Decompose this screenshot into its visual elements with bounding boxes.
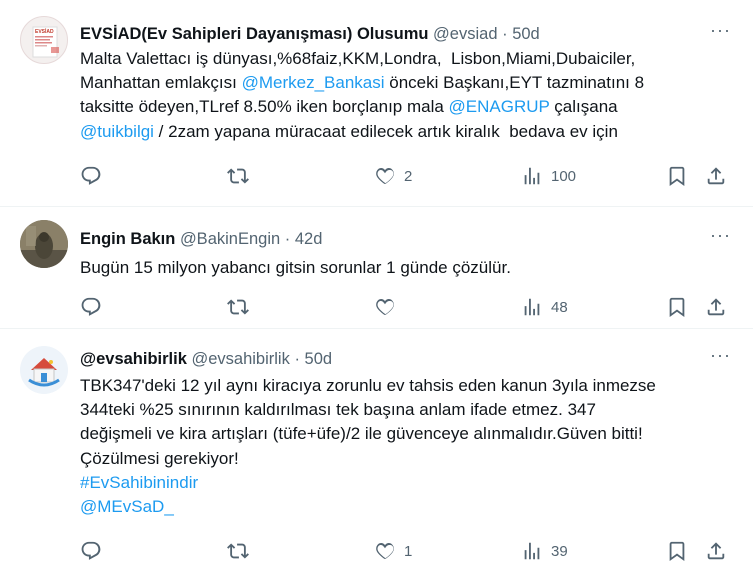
retweet-button[interactable]	[227, 296, 257, 318]
mention-link[interactable]: @MEvSaD_	[80, 497, 174, 516]
tweet-actions: 48	[80, 296, 737, 320]
share-button[interactable]	[705, 296, 727, 318]
text-segment: değişmeli ve kira artışları (tüfe+üfe)/2…	[80, 424, 643, 444]
author-handle[interactable]: @BakinEngin	[180, 230, 280, 248]
bookmark-button[interactable]	[666, 540, 688, 562]
text-segment: önceki Başkanı,EYT tazminatını 8	[384, 73, 645, 93]
text-segment: TBK347'deki 12 yıl aynı kiracıya zorunlu…	[80, 376, 656, 395]
heart-icon	[374, 165, 396, 187]
reply-icon	[80, 540, 102, 562]
avatar[interactable]: EVSİAD	[20, 16, 68, 64]
like-button[interactable]	[374, 296, 404, 318]
timestamp[interactable]: 50d	[305, 350, 333, 368]
separator-dot: ·	[502, 25, 508, 43]
views-count: 39	[551, 542, 568, 560]
separator-dot: ·	[294, 350, 300, 368]
heart-icon	[374, 296, 396, 318]
tweet-text-line: Bugün 15 milyon yabancı gitsin sorunlar …	[80, 256, 737, 280]
share-button[interactable]	[705, 540, 727, 562]
views-button[interactable]: 48	[521, 296, 568, 318]
like-button[interactable]: 1	[374, 540, 412, 562]
tweet-text-line: Manhattan emlakçısı @Merkez_Bankasi önce…	[80, 71, 737, 95]
mention-link[interactable]: @Merkez_Bankasi	[242, 73, 385, 92]
tweet-text-line: @tuikbilgi / 2zam yapana müracaat edilec…	[80, 120, 737, 144]
bookmark-icon	[666, 540, 688, 562]
text-segment: / 2zam yapana müracaat edilecek artık ki…	[153, 121, 618, 141]
reply-button[interactable]	[80, 540, 110, 562]
tweet-text-line: @MEvSaD_	[80, 495, 737, 519]
tweet-text: TBK347'deki 12 yıl aynı kiracıya zorunlu…	[80, 374, 737, 519]
text-segment: taksitte ödeyen,TLref 8.50% iken borçlan…	[80, 97, 449, 117]
views-count: 100	[551, 167, 577, 185]
tweet-text-line: #EvSahibinindir	[80, 471, 737, 495]
author-handle[interactable]: @evsahibirlik	[191, 350, 289, 368]
more-icon[interactable]: ···	[710, 20, 731, 40]
text-segment: 344teki %25 sınırının kaldırılması tek b…	[80, 400, 596, 420]
share-icon	[705, 540, 727, 562]
tweet-bakinengin[interactable]: Engin Bakın @BakinEngin · 42d ··· Bugün …	[0, 207, 753, 329]
author-name[interactable]: EVSİAD(Ev Sahipleri Dayanışması) Olusumu	[80, 25, 428, 43]
share-button[interactable]	[705, 165, 727, 187]
author-name[interactable]: @evsahibirlik	[80, 350, 187, 368]
retweet-button[interactable]	[227, 540, 257, 562]
reply-icon	[80, 165, 102, 187]
views-icon	[521, 296, 543, 318]
separator-dot: ·	[284, 230, 291, 248]
views-button[interactable]: 100	[521, 165, 576, 187]
bookmark-icon	[666, 296, 688, 318]
timestamp[interactable]: 42d	[295, 230, 323, 248]
heart-icon	[374, 540, 396, 562]
tweet-actions: 1 39	[80, 540, 737, 564]
retweet-button[interactable]	[227, 165, 257, 187]
like-count: 2	[404, 167, 413, 185]
text-segment: Bugün 15 milyon yabancı gitsin sorunlar …	[80, 258, 511, 277]
reply-icon	[80, 296, 102, 318]
more-icon[interactable]: ···	[710, 345, 731, 365]
text-segment: Çözülmesi gerekiyor!	[80, 448, 239, 468]
author-handle[interactable]: @evsiad	[433, 25, 497, 43]
share-icon	[705, 165, 727, 187]
views-button[interactable]: 39	[521, 540, 568, 562]
reply-button[interactable]	[80, 165, 110, 187]
views-count: 48	[551, 298, 568, 316]
hashtag-link[interactable]: #EvSahibinindir	[80, 473, 198, 492]
avatar[interactable]	[20, 346, 68, 394]
share-icon	[705, 296, 727, 318]
bookmark-icon	[666, 165, 688, 187]
mention-link[interactable]: @tuikbilgi	[80, 122, 154, 141]
text-segment: Malta Valettacı iş dünyası,%68faiz,KKM,L…	[80, 49, 636, 68]
tweet-text-line: Çözülmesi gerekiyor!	[80, 447, 737, 471]
author-name[interactable]: Engin Bakın	[80, 230, 175, 248]
tweet-evsahibirlik[interactable]: @evsahibirlik @evsahibirlik · 50d ··· TB…	[0, 329, 753, 583]
tweet-text-line: taksitte ödeyen,TLref 8.50% iken borçlan…	[80, 95, 737, 119]
svg-text:EVSİAD: EVSİAD	[35, 28, 54, 35]
tweet-text: Malta Valettacı iş dünyası,%68faiz,KKM,L…	[80, 47, 737, 144]
mention-link[interactable]: @ENAGRUP	[449, 97, 550, 116]
retweet-icon	[227, 296, 249, 318]
bookmark-button[interactable]	[666, 165, 688, 187]
text-segment: Manhattan emlakçısı	[80, 73, 242, 93]
tweet-text: Bugün 15 milyon yabancı gitsin sorunlar …	[80, 256, 737, 280]
bookmark-button[interactable]	[666, 296, 688, 318]
tweet-evsiad[interactable]: EVSİAD EVSİAD(Ev Sahipleri Dayanışması) …	[0, 0, 753, 207]
like-count: 1	[404, 542, 413, 560]
views-icon	[521, 165, 543, 187]
tweet-text-line: değişmeli ve kira artışları (tüfe+üfe)/2…	[80, 422, 737, 446]
tweet-text-line: Malta Valettacı iş dünyası,%68faiz,KKM,L…	[80, 47, 737, 71]
more-icon[interactable]: ···	[710, 225, 731, 245]
text-segment: çalışana	[549, 97, 618, 117]
timestamp[interactable]: 50d	[512, 25, 540, 43]
views-icon	[521, 540, 543, 562]
retweet-icon	[227, 165, 249, 187]
retweet-icon	[227, 540, 249, 562]
reply-button[interactable]	[80, 296, 110, 318]
tweet-text-line: 344teki %25 sınırının kaldırılması tek b…	[80, 398, 737, 422]
avatar[interactable]	[20, 220, 68, 268]
like-button[interactable]: 2	[374, 165, 412, 187]
tweet-text-line: TBK347'deki 12 yıl aynı kiracıya zorunlu…	[80, 374, 737, 398]
tweet-actions: 2 100	[80, 165, 737, 189]
